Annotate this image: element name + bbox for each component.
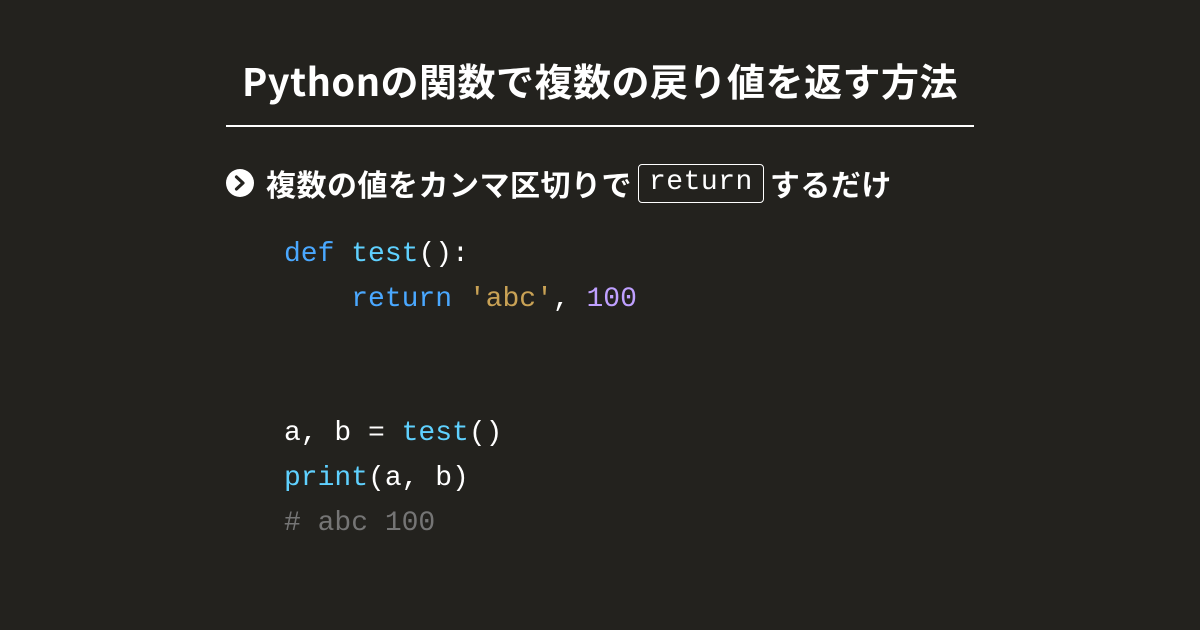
code-paren-colon: ():	[418, 239, 468, 270]
code-space	[334, 239, 351, 270]
subtitle-before: 複数の値をカンマ区切りで	[266, 161, 632, 205]
code-number-literal: 100	[586, 284, 636, 315]
code-keyword-return: return	[351, 284, 452, 315]
code-function-name: test	[351, 239, 418, 270]
chevron-right-circle-icon	[226, 169, 254, 197]
code-comment: # abc 100	[284, 508, 435, 539]
page-title: Pythonの関数で複数の戻り値を返す方法	[242, 52, 958, 107]
code-block: def test(): return 'abc', 100 a, b = tes…	[226, 233, 974, 547]
subtitle-row: 複数の値をカンマ区切りで return するだけ	[226, 161, 974, 205]
code-parens: ()	[469, 418, 503, 449]
code-call-name: test	[402, 418, 469, 449]
code-print-args: (a, b)	[368, 463, 469, 494]
code-assignment: a, b =	[284, 418, 402, 449]
subtitle-after: するだけ	[770, 161, 892, 205]
horizontal-rule	[226, 125, 974, 127]
subtitle-text: 複数の値をカンマ区切りで return するだけ	[266, 161, 892, 205]
code-keyword-def: def	[284, 239, 334, 270]
code-builtin-print: print	[284, 463, 368, 494]
subtitle-keyword-box: return	[638, 164, 764, 203]
code-space	[452, 284, 469, 315]
code-comma: ,	[553, 284, 587, 315]
code-string-literal: 'abc'	[469, 284, 553, 315]
code-indent	[284, 284, 351, 315]
